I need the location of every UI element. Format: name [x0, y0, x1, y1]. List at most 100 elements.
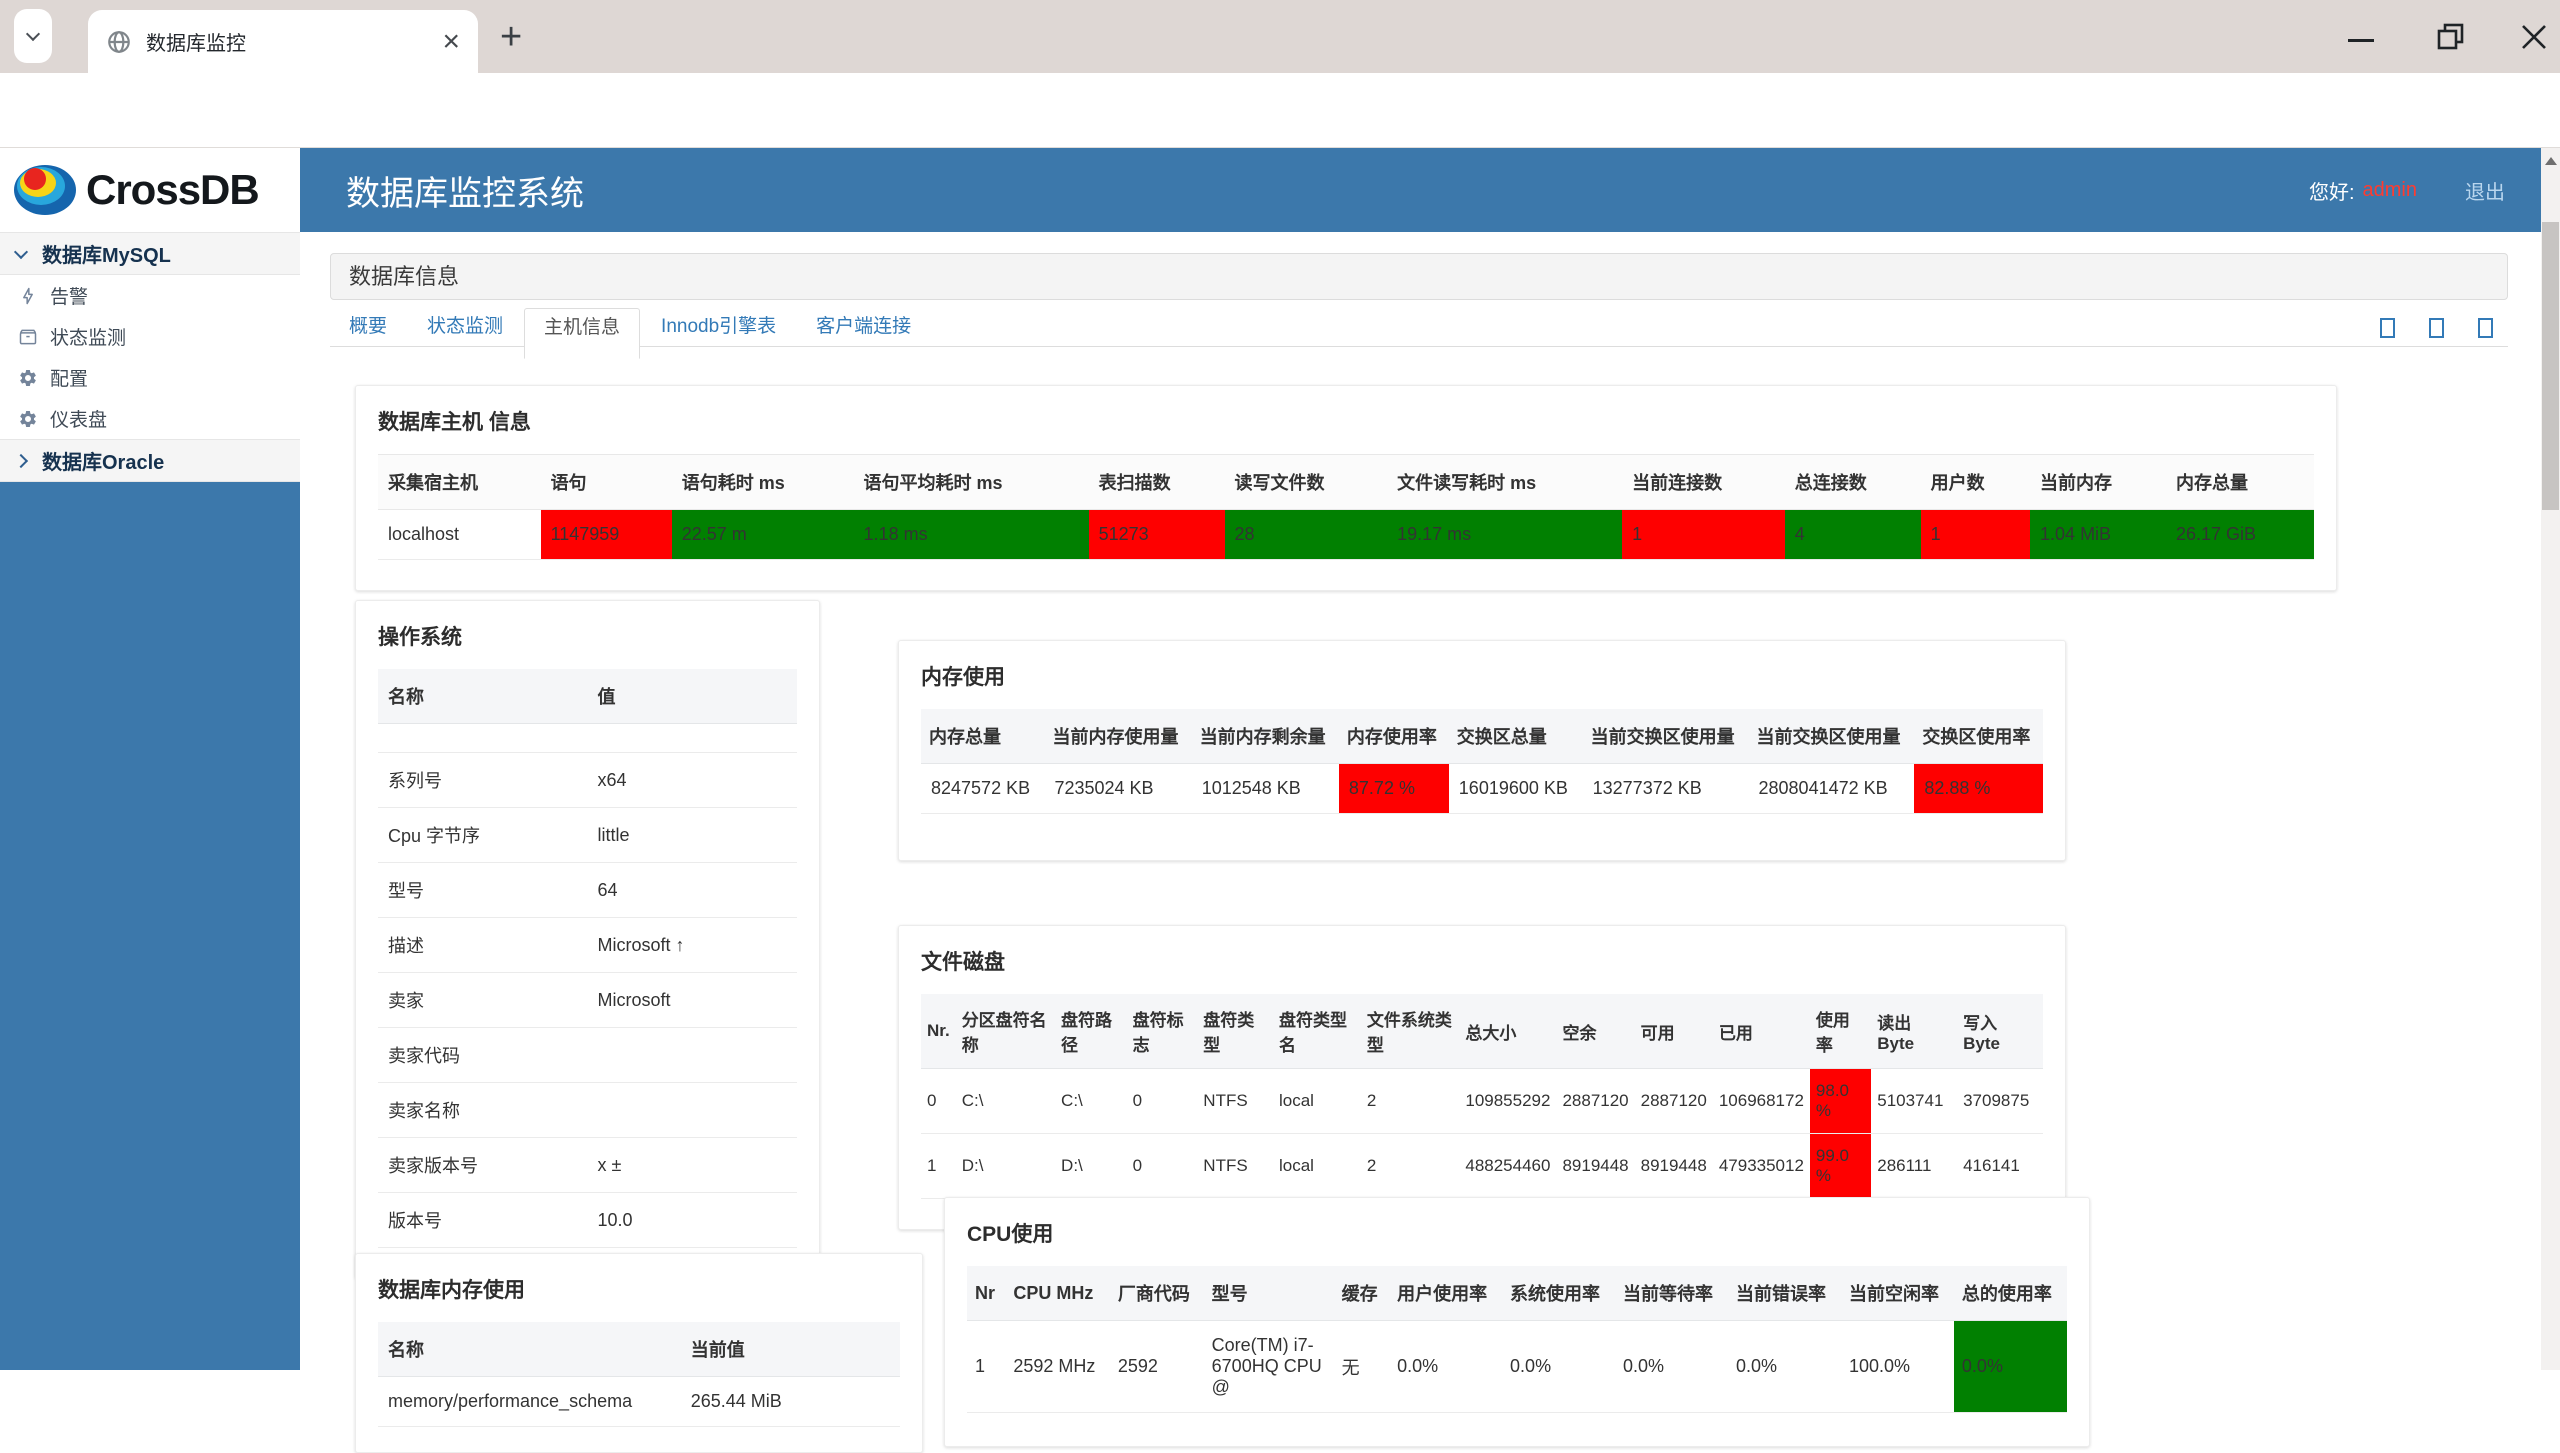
window-close-button[interactable]: [2519, 22, 2549, 57]
window-minimize-button[interactable]: [2348, 39, 2374, 42]
sidebar: CrossDB 数据库MySQL 告警 状态监测: [0, 148, 300, 1370]
column-header: 缓存: [1334, 1266, 1389, 1321]
table-cell: 无: [1334, 1321, 1389, 1413]
sidebar-item-alerts[interactable]: 告警: [0, 275, 300, 316]
table-cell: 3709875: [1957, 1069, 2043, 1134]
portlet-control-icon[interactable]: [2429, 318, 2444, 338]
restore-icon: [2436, 22, 2466, 52]
greeting-text: 您好:: [2309, 176, 2355, 205]
card-title: 内存使用: [921, 661, 2043, 691]
globe-favicon-icon: [106, 29, 132, 55]
sidebar-item-dashboard[interactable]: 仪表盘: [0, 398, 300, 439]
table-cell: 16019600 KB: [1449, 764, 1583, 814]
table-cell: 19.17 ms: [1387, 510, 1622, 560]
table-cell: 版本号: [378, 1193, 588, 1248]
column-header: 语句: [541, 455, 672, 510]
column-header: 总的使用率: [1954, 1266, 2067, 1321]
table-cell: 0.0%: [1615, 1321, 1728, 1413]
column-header: 型号: [1204, 1266, 1334, 1321]
cpu-usage-card: CPU使用 NrCPU MHz厂商代码型号缓存用户使用率系统使用率当前等待率当前…: [944, 1197, 2090, 1447]
disk-table: Nr.分区盘符名称盘符路径盘符标志盘符类型盘符类型名文件系统类型总大小空余可用已…: [921, 994, 2043, 1199]
table-cell: 卖家代码: [378, 1028, 588, 1083]
portlet-control-icon[interactable]: [2380, 318, 2395, 338]
card-title: 操作系统: [378, 621, 797, 651]
chevron-right-icon: [14, 453, 28, 467]
table-cell: 5103741: [1871, 1069, 1957, 1134]
table-cell: 106968172: [1713, 1069, 1810, 1134]
table-cell: 488254460: [1459, 1134, 1556, 1199]
portlet-control-icon[interactable]: [2478, 318, 2493, 338]
column-header: 盘符类型名: [1273, 994, 1361, 1069]
scrollbar-up-arrow-icon[interactable]: [2545, 157, 2557, 165]
table-cell: 7235024 KB: [1044, 764, 1191, 814]
tab-status-monitor[interactable]: 状态监测: [408, 308, 522, 346]
tab-close-icon[interactable]: ×: [442, 27, 460, 57]
column-header: 使用率: [1810, 994, 1871, 1069]
column-header: 语句平均耗时 ms: [854, 455, 1089, 510]
table-cell: 87.72 %: [1339, 764, 1449, 814]
table-cell: 13277372 KB: [1583, 764, 1749, 814]
column-header: 内存总量: [921, 709, 1044, 764]
cpu-usage-table: NrCPU MHz厂商代码型号缓存用户使用率系统使用率当前等待率当前错误率当前空…: [967, 1266, 2067, 1413]
table-row: 描述Microsoft ↑: [378, 918, 797, 973]
scrollbar-thumb[interactable]: [2542, 222, 2559, 510]
tab-host-info[interactable]: 主机信息: [524, 308, 640, 359]
table-cell: 0: [1127, 1134, 1198, 1199]
table-row: Cpu 字节序little: [378, 808, 797, 863]
table-row: 0C:\C:\0NTFSlocal21098552922887120288712…: [921, 1069, 2043, 1134]
column-header: 内存总量: [2166, 455, 2314, 510]
table-cell: 0.0%: [1954, 1321, 2067, 1413]
table-cell: 0: [1127, 1069, 1198, 1134]
table-cell: [378, 724, 588, 753]
table-cell: [588, 724, 798, 753]
tab-bar: 概要 状态监测 主机信息 Innodb引擎表 客户端连接: [330, 308, 2508, 347]
table-cell: 1147959: [541, 510, 672, 560]
table-cell: 1: [921, 1134, 956, 1199]
table-cell: 1: [1622, 510, 1785, 560]
page-scrollbar[interactable]: [2541, 148, 2560, 1370]
table-cell: 0.0%: [1502, 1321, 1615, 1413]
logout-link[interactable]: 退出: [2465, 176, 2505, 205]
browser-tab[interactable]: 数据库监控 ×: [88, 10, 478, 73]
column-header: CPU MHz: [1005, 1266, 1110, 1321]
header-row: 名称当前值: [378, 1322, 900, 1377]
tab-search-button[interactable]: [14, 9, 52, 63]
table-cell: 卖家版本号: [378, 1138, 588, 1193]
table-row: localhost114795922.57 m1.18 ms512732819.…: [378, 510, 2314, 560]
window-restore-button[interactable]: [2436, 22, 2466, 57]
table-cell: NTFS: [1197, 1069, 1273, 1134]
column-header: 盘符标志: [1127, 994, 1198, 1069]
disk-card: 文件磁盘 Nr.分区盘符名称盘符路径盘符标志盘符类型盘符类型名文件系统类型总大小…: [898, 925, 2066, 1230]
column-header: Nr.: [921, 994, 956, 1069]
table-cell: Microsoft: [588, 973, 798, 1028]
column-header: 内存使用率: [1339, 709, 1449, 764]
table-cell: Core(TM) i7-6700HQ CPU @: [1204, 1321, 1334, 1413]
page-title: 数据库监控系统: [346, 166, 584, 215]
card-title: 数据库内存使用: [378, 1274, 900, 1304]
browser-toolbar: localhost:8080/cross-db-engine/views/vie…: [0, 73, 2560, 148]
table-cell: C:\: [1055, 1069, 1127, 1134]
tab-innodb-engine[interactable]: Innodb引擎表: [642, 308, 795, 346]
tab-overview[interactable]: 概要: [330, 308, 406, 346]
app-header: 数据库监控系统 您好: admin 退出: [300, 148, 2541, 232]
table-cell: 1012548 KB: [1192, 764, 1339, 814]
db-memory-table: 名称当前值memory/performance_schema265.44 MiB: [378, 1322, 900, 1427]
table-cell: 0.0%: [1728, 1321, 1841, 1413]
new-tab-button[interactable]: +: [500, 16, 522, 59]
card-title: CPU使用: [967, 1218, 2067, 1248]
sidebar-group-oracle[interactable]: 数据库Oracle: [0, 439, 300, 482]
card-title: 文件磁盘: [921, 946, 2043, 976]
tab-client-connections[interactable]: 客户端连接: [797, 308, 930, 346]
sidebar-item-label: 仪表盘: [50, 405, 107, 432]
table-cell: 2808041472 KB: [1749, 764, 1915, 814]
sidebar-item-config[interactable]: 配置: [0, 357, 300, 398]
table-cell: 286111: [1871, 1134, 1957, 1199]
host-info-table: 采集宿主机语句语句耗时 ms语句平均耗时 ms表扫描数读写文件数文件读写耗时 m…: [378, 454, 2314, 560]
sidebar-item-status-monitor[interactable]: 状态监测: [0, 316, 300, 357]
table-cell: 2: [1361, 1069, 1460, 1134]
table-cell: local: [1273, 1134, 1361, 1199]
table-row: 卖家名称: [378, 1083, 797, 1138]
sidebar-group-mysql[interactable]: 数据库MySQL: [0, 232, 300, 275]
table-row: [378, 724, 797, 753]
column-header: 当前内存: [2030, 455, 2166, 510]
